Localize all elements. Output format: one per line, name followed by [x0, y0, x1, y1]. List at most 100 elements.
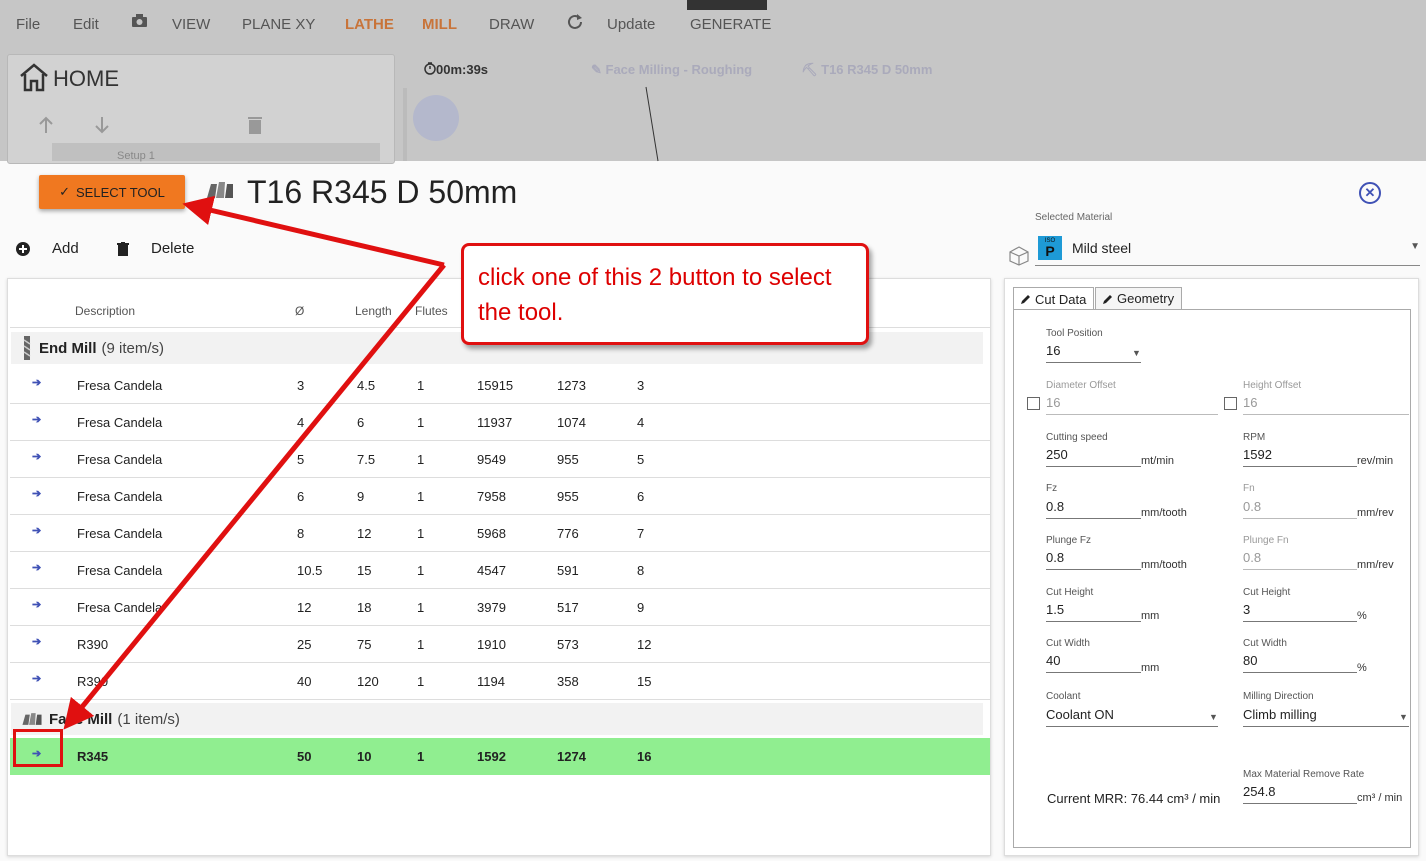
- coolant-label: Coolant: [1046, 691, 1081, 702]
- cut-height-mm-label: Cut Height: [1046, 587, 1094, 598]
- tool-table: Description Ø Length Flutes End Mill (9 i…: [7, 278, 991, 856]
- table-cell: 1274: [557, 749, 586, 764]
- diameter-offset-input[interactable]: 16: [1046, 395, 1218, 415]
- table-cell: Fresa Candela: [77, 452, 163, 467]
- select-row-arrow-icon[interactable]: ➔: [32, 598, 41, 611]
- select-row-arrow-icon[interactable]: ➔: [32, 487, 41, 500]
- select-row-arrow-icon[interactable]: ➔: [32, 635, 41, 648]
- table-row[interactable]: ➔ Fresa Candela 3 4.5 1 15915 1273 3: [10, 367, 990, 404]
- add-button[interactable]: Add: [16, 240, 79, 257]
- table-row[interactable]: ➔ R345 50 10 1 1592 1274 16: [10, 738, 990, 775]
- tab-cut-data-label: Cut Data: [1035, 291, 1087, 307]
- tool-position-select[interactable]: 16: [1046, 343, 1141, 363]
- table-cell: 1: [417, 600, 425, 615]
- arrow-to-select-button: [182, 195, 445, 268]
- cut-height-pct-label: Cut Height: [1243, 587, 1291, 598]
- plunge-fn-unit: mm/rev: [1357, 559, 1394, 571]
- table-row[interactable]: ➔ Fresa Candela 5 7.5 1 9549 955 5: [10, 441, 990, 478]
- table-cell: 120: [357, 674, 379, 689]
- table-cell: 15: [357, 563, 372, 578]
- table-cell: 7.5: [357, 452, 376, 467]
- fn-input[interactable]: 0.8: [1243, 499, 1357, 519]
- table-row[interactable]: ➔ R390 40 120 1 1194 358 15: [10, 663, 990, 700]
- height-offset-checkbox[interactable]: [1224, 397, 1237, 410]
- fz-label: Fz: [1046, 483, 1058, 494]
- milling-direction-label: Milling Direction: [1243, 691, 1314, 702]
- group-count: (9 item/s): [101, 339, 165, 357]
- table-row[interactable]: ➔ Fresa Candela 4 6 1 11937 1074 4: [10, 404, 990, 441]
- table-row[interactable]: ➔ Fresa Candela 12 18 1 3979 517 9: [10, 589, 990, 626]
- coolant-select[interactable]: Coolant ON: [1046, 707, 1218, 727]
- rpm-unit: rev/min: [1357, 455, 1394, 467]
- group-name: Face Mill: [49, 710, 113, 728]
- add-label: Add: [52, 240, 79, 257]
- table-cell: Fresa Candela: [77, 378, 163, 393]
- table-cell: 3: [297, 378, 305, 393]
- plunge-fz-input[interactable]: 0.8: [1046, 550, 1141, 570]
- table-row[interactable]: ➔ Fresa Candela 10.5 15 1 4547 591 8: [10, 552, 990, 589]
- max-mrr-label: Max Material Remove Rate: [1243, 769, 1365, 780]
- table-cell: 6: [357, 415, 365, 430]
- height-offset-input[interactable]: 16: [1243, 395, 1409, 415]
- table-cell: 955: [557, 489, 579, 504]
- table-cell: 4547: [477, 563, 506, 578]
- delete-button[interactable]: Delete: [117, 240, 194, 257]
- check-icon: ✓: [59, 184, 71, 199]
- cut-height-pct-input[interactable]: 3: [1243, 602, 1357, 622]
- table-cell: Fresa Candela: [77, 415, 163, 430]
- diameter-offset-checkbox[interactable]: [1027, 397, 1040, 410]
- select-row-arrow-icon[interactable]: ➔: [32, 561, 41, 574]
- select-row-arrow-icon[interactable]: ➔: [32, 413, 41, 426]
- material-name: Mild steel: [1072, 240, 1132, 256]
- fn-label: Fn: [1243, 483, 1255, 494]
- table-cell: 8: [637, 563, 645, 578]
- rpm-input[interactable]: 1592: [1243, 447, 1357, 467]
- tab-cut-data[interactable]: Cut Data: [1013, 287, 1094, 310]
- tab-geometry-label: Geometry: [1117, 291, 1175, 306]
- fz-input[interactable]: 0.8: [1046, 499, 1141, 519]
- group-count: (1 item/s): [117, 710, 180, 728]
- sketch-line: [645, 86, 659, 162]
- end-mill-icon: [21, 336, 33, 360]
- select-row-arrow-icon[interactable]: ➔: [32, 450, 41, 463]
- table-cell: Fresa Candela: [77, 526, 163, 541]
- col-diameter: Ø: [295, 304, 305, 318]
- select-row-arrow-icon[interactable]: ➔: [32, 524, 41, 537]
- table-cell: 1: [417, 674, 425, 689]
- select-tool-button[interactable]: ✓ SELECT TOOL: [39, 175, 185, 209]
- cut-width-pct-input[interactable]: 80: [1243, 653, 1357, 673]
- iso-badge-letter: P: [1045, 243, 1055, 259]
- close-icon[interactable]: ✕: [1359, 182, 1381, 204]
- table-cell: 591: [557, 563, 579, 578]
- table-row[interactable]: ➔ Fresa Candela 6 9 1 7958 955 6: [10, 478, 990, 515]
- table-cell: 5: [637, 452, 645, 467]
- face-mill-icon: [21, 711, 43, 727]
- plunge-fn-input[interactable]: 0.8: [1243, 550, 1357, 570]
- iso-badge: ISO P: [1038, 236, 1062, 260]
- pencil-icon: [1021, 295, 1030, 304]
- fn-unit: mm/rev: [1357, 507, 1394, 519]
- table-cell: 11937: [477, 415, 513, 430]
- tab-geometry[interactable]: Geometry: [1095, 287, 1182, 309]
- select-row-arrow-icon[interactable]: ➔: [32, 376, 41, 389]
- milling-direction-select[interactable]: Climb milling: [1243, 707, 1409, 727]
- table-cell: 8: [297, 526, 305, 541]
- cut-width-mm-label: Cut Width: [1046, 638, 1090, 649]
- table-cell: 7958: [477, 489, 506, 504]
- table-cell: 1273: [557, 378, 586, 393]
- table-cell: 1: [417, 637, 425, 652]
- table-cell: 6: [637, 489, 645, 504]
- cutting-speed-input[interactable]: 250: [1046, 447, 1141, 467]
- material-select[interactable]: ISO P Mild steel ▼: [1035, 231, 1420, 266]
- cut-width-mm-input[interactable]: 40: [1046, 653, 1141, 673]
- table-cell: 1: [417, 452, 425, 467]
- max-mrr-input[interactable]: 254.8: [1243, 784, 1357, 804]
- cut-height-mm-input[interactable]: 1.5: [1046, 602, 1141, 622]
- height-offset-label: Height Offset: [1243, 380, 1302, 391]
- table-row[interactable]: ➔ Fresa Candela 8 12 1 5968 776 7: [10, 515, 990, 552]
- cut-width-pct-unit: %: [1357, 662, 1367, 674]
- table-cell: Fresa Candela: [77, 563, 163, 578]
- cut-height-pct-unit: %: [1357, 610, 1367, 622]
- table-row[interactable]: ➔ R390 25 75 1 1910 573 12: [10, 626, 990, 663]
- select-row-arrow-icon[interactable]: ➔: [32, 672, 41, 685]
